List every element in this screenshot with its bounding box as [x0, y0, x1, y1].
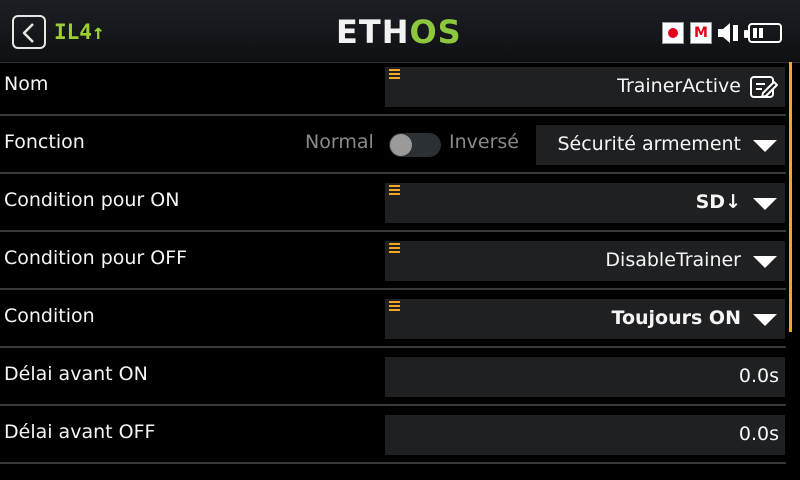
field-value: DisableTrainer	[605, 249, 741, 271]
row-label: Condition	[4, 305, 95, 327]
drag-handle-icon[interactable]	[389, 243, 400, 255]
row-label: Condition pour ON	[4, 189, 180, 211]
scrollbar[interactable]	[789, 62, 792, 332]
inverse-toggle[interactable]	[389, 133, 441, 157]
row-function: Fonction Normal Inversé Sécurité armemen…	[0, 116, 786, 174]
field-value: SD↓	[695, 191, 741, 213]
drag-handle-icon[interactable]	[389, 69, 400, 81]
row-label: Délai avant ON	[4, 363, 148, 385]
name-field[interactable]: TrainerActive	[385, 67, 785, 107]
row-label: Fonction	[4, 131, 85, 153]
field-value: TrainerActive	[617, 75, 741, 97]
field-value: Toujours ON	[611, 307, 741, 329]
condition-on-select[interactable]: SD↓	[385, 183, 785, 223]
row-label: Nom	[4, 73, 49, 95]
mute-icon: M	[690, 22, 712, 44]
field-value: 0.0s	[738, 423, 779, 445]
row-condition-on: Condition pour ON SD↓	[0, 174, 786, 232]
back-button[interactable]	[12, 15, 46, 49]
edit-icon[interactable]	[749, 74, 779, 100]
battery-icon	[744, 23, 782, 43]
row-name: Nom TrainerActive	[0, 58, 786, 116]
chevron-down-icon	[753, 198, 777, 210]
row-condition: Condition Toujours ON	[0, 290, 786, 348]
toggle-normal-label: Normal	[305, 131, 374, 153]
chevron-down-icon	[753, 314, 777, 326]
chevron-down-icon	[753, 256, 777, 268]
condition-off-select[interactable]: DisableTrainer	[385, 241, 785, 281]
function-select[interactable]: Sécurité armement	[536, 125, 785, 165]
delay-off-input[interactable]: 0.0s	[385, 415, 785, 455]
model-name: IL4↑	[54, 20, 105, 44]
row-delay-off: Délai avant OFF 0.0s	[0, 406, 786, 464]
field-value: Sécurité armement	[557, 133, 741, 155]
condition-select[interactable]: Toujours ON	[385, 299, 785, 339]
top-bar: IL4↑ ETHOS M	[0, 0, 800, 63]
row-condition-off: Condition pour OFF DisableTrainer	[0, 232, 786, 290]
row-label: Délai avant OFF	[4, 421, 156, 443]
ethos-logo: ETHOS	[336, 13, 462, 51]
drag-handle-icon[interactable]	[389, 185, 400, 197]
row-delay-on: Délai avant ON 0.0s	[0, 348, 786, 406]
chevron-down-icon	[753, 140, 777, 152]
row-label: Condition pour OFF	[4, 247, 188, 269]
drag-handle-icon[interactable]	[389, 301, 400, 313]
toggle-inverse-label: Inversé	[449, 131, 519, 153]
record-icon	[662, 22, 684, 44]
delay-on-input[interactable]: 0.0s	[385, 357, 785, 397]
speaker-icon	[718, 23, 738, 43]
chevron-left-icon	[22, 23, 34, 43]
field-value: 0.0s	[738, 365, 779, 387]
